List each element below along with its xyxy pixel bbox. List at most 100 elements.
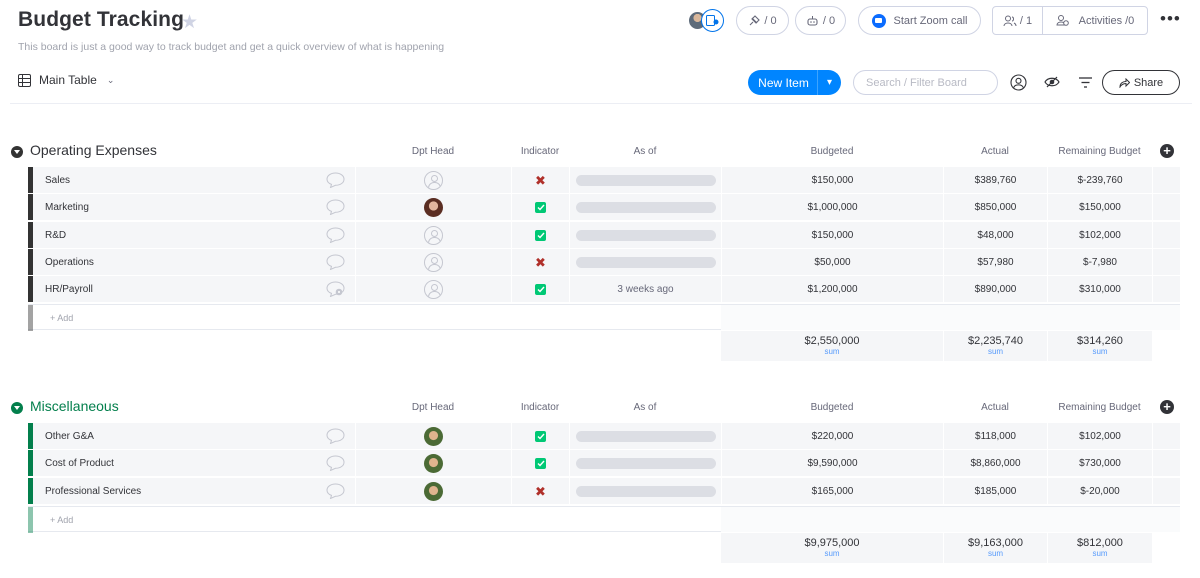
- dpt-head-cell[interactable]: [355, 194, 511, 220]
- table-row[interactable]: Operations ✖ $50,000 $57,980 $-7,980: [28, 249, 1180, 275]
- group-title[interactable]: Operating Expenses: [30, 142, 157, 158]
- integrations-button[interactable]: / 0: [736, 6, 789, 35]
- remaining-cell[interactable]: $-239,760: [1047, 167, 1152, 193]
- item-name[interactable]: Sales: [45, 175, 70, 186]
- board-description[interactable]: This board is just a good way to track b…: [18, 41, 444, 53]
- actual-cell[interactable]: $890,000: [943, 276, 1047, 302]
- budgeted-cell[interactable]: $1,000,000: [721, 194, 943, 220]
- item-name[interactable]: Cost of Product: [45, 458, 114, 469]
- main-table-view[interactable]: Main Table ⌄: [18, 73, 114, 87]
- column-header-remaining[interactable]: Remaining Budget: [1047, 146, 1152, 157]
- new-item-button[interactable]: New Item ▾: [748, 70, 841, 95]
- column-header-as-of[interactable]: As of: [569, 402, 721, 413]
- comment-icon[interactable]: [326, 227, 345, 248]
- actual-cell[interactable]: $389,760: [943, 167, 1047, 193]
- column-header-remaining[interactable]: Remaining Budget: [1047, 402, 1152, 413]
- as-of-cell[interactable]: [569, 167, 721, 193]
- item-name[interactable]: Professional Services: [45, 486, 141, 497]
- dpt-head-cell[interactable]: [355, 276, 511, 302]
- remaining-cell[interactable]: $-20,000: [1047, 478, 1152, 504]
- table-row[interactable]: Marketing $1,000,000 $850,000 $150,000: [28, 194, 1180, 220]
- remaining-cell[interactable]: $-7,980: [1047, 249, 1152, 275]
- item-name[interactable]: HR/Payroll: [45, 284, 93, 295]
- dpt-head-cell[interactable]: [355, 478, 511, 504]
- remaining-cell[interactable]: $102,000: [1047, 423, 1152, 449]
- board-subscribers[interactable]: [687, 9, 727, 33]
- automations-button[interactable]: / 0: [795, 6, 846, 35]
- budgeted-cell[interactable]: $150,000: [721, 222, 943, 248]
- board-title[interactable]: Budget Tracking: [18, 8, 184, 32]
- column-header-budgeted[interactable]: Budgeted: [721, 146, 943, 157]
- share-button[interactable]: Share: [1102, 70, 1180, 95]
- item-name[interactable]: Other G&A: [45, 431, 94, 442]
- column-header-budgeted[interactable]: Budgeted: [721, 402, 943, 413]
- add-column-icon[interactable]: +: [1160, 144, 1174, 158]
- indicator-cell[interactable]: ✖: [511, 249, 569, 275]
- indicator-cell[interactable]: [511, 450, 569, 476]
- collapse-icon[interactable]: [11, 402, 23, 414]
- as-of-cell[interactable]: [569, 249, 721, 275]
- indicator-cell[interactable]: ✖: [511, 167, 569, 193]
- comment-with-updates-icon[interactable]: [326, 281, 345, 302]
- remaining-cell[interactable]: $150,000: [1047, 194, 1152, 220]
- remaining-cell[interactable]: $310,000: [1047, 276, 1152, 302]
- budgeted-cell[interactable]: $165,000: [721, 478, 943, 504]
- actual-cell[interactable]: $850,000: [943, 194, 1047, 220]
- budgeted-cell[interactable]: $9,590,000: [721, 450, 943, 476]
- actual-cell[interactable]: $48,000: [943, 222, 1047, 248]
- dpt-head-cell[interactable]: [355, 450, 511, 476]
- dpt-head-cell[interactable]: [355, 222, 511, 248]
- add-item-row[interactable]: + Add: [28, 506, 1180, 533]
- column-header-indicator[interactable]: Indicator: [511, 146, 569, 157]
- actual-cell[interactable]: $57,980: [943, 249, 1047, 275]
- dpt-head-cell[interactable]: [355, 249, 511, 275]
- column-header-dpt-head[interactable]: Dpt Head: [355, 402, 511, 413]
- table-row[interactable]: Professional Services ✖ $165,000 $185,00…: [28, 478, 1180, 504]
- budgeted-cell[interactable]: $50,000: [721, 249, 943, 275]
- indicator-cell[interactable]: [511, 194, 569, 220]
- dpt-head-cell[interactable]: [355, 423, 511, 449]
- comment-icon[interactable]: [326, 483, 345, 504]
- remaining-cell[interactable]: $730,000: [1047, 450, 1152, 476]
- column-header-dpt-head[interactable]: Dpt Head: [355, 146, 511, 157]
- budgeted-cell[interactable]: $1,200,000: [721, 276, 943, 302]
- as-of-cell[interactable]: [569, 478, 721, 504]
- column-header-indicator[interactable]: Indicator: [511, 402, 569, 413]
- comment-icon[interactable]: [326, 199, 345, 220]
- person-filter-icon[interactable]: [1008, 72, 1028, 92]
- comment-icon[interactable]: [326, 455, 345, 476]
- table-row[interactable]: Cost of Product $9,590,000 $8,860,000 $7…: [28, 450, 1180, 476]
- item-name[interactable]: Operations: [45, 257, 94, 268]
- indicator-cell[interactable]: [511, 276, 569, 302]
- table-row[interactable]: Other G&A $220,000 $118,000 $102,000: [28, 423, 1180, 449]
- activities-button[interactable]: Activities /0: [1043, 14, 1147, 27]
- star-icon[interactable]: ★: [181, 11, 198, 34]
- add-column-icon[interactable]: +: [1160, 400, 1174, 414]
- budgeted-cell[interactable]: $150,000: [721, 167, 943, 193]
- comment-icon[interactable]: [326, 428, 345, 449]
- more-options-icon[interactable]: •••: [1160, 9, 1181, 29]
- budgeted-cell[interactable]: $220,000: [721, 423, 943, 449]
- collapse-icon[interactable]: [11, 146, 23, 158]
- item-name[interactable]: Marketing: [45, 202, 89, 213]
- table-row[interactable]: Sales ✖ $150,000 $389,760 $-239,760: [28, 167, 1180, 193]
- search-input[interactable]: Search / Filter Board: [853, 70, 998, 95]
- indicator-cell[interactable]: ✖: [511, 478, 569, 504]
- remaining-cell[interactable]: $102,000: [1047, 222, 1152, 248]
- column-header-actual[interactable]: Actual: [943, 146, 1047, 157]
- add-item-input[interactable]: + Add: [50, 313, 73, 323]
- column-header-actual[interactable]: Actual: [943, 402, 1047, 413]
- dpt-head-cell[interactable]: [355, 167, 511, 193]
- indicator-cell[interactable]: [511, 222, 569, 248]
- item-name[interactable]: R&D: [45, 230, 66, 241]
- as-of-cell[interactable]: [569, 450, 721, 476]
- comment-icon[interactable]: [326, 172, 345, 193]
- as-of-cell[interactable]: [569, 423, 721, 449]
- indicator-cell[interactable]: [511, 423, 569, 449]
- as-of-cell[interactable]: 3 weeks ago: [569, 276, 721, 302]
- table-row[interactable]: R&D $150,000 $48,000 $102,000: [28, 222, 1180, 248]
- actual-cell[interactable]: $185,000: [943, 478, 1047, 504]
- filter-icon[interactable]: [1075, 72, 1095, 92]
- as-of-cell[interactable]: [569, 194, 721, 220]
- table-row[interactable]: HR/Payroll 3 weeks ago $1,200,000 $890,0…: [28, 276, 1180, 302]
